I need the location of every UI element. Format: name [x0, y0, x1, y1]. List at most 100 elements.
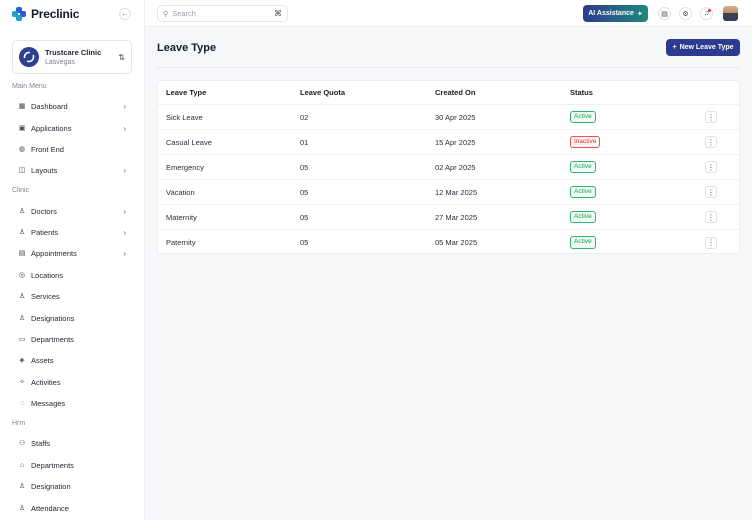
settings-icon: ⚙	[682, 10, 689, 18]
new-leave-type-button[interactable]: + New Leave Type	[666, 39, 740, 56]
page-title: Leave Type	[157, 42, 217, 54]
clinic-switcher[interactable]: Trustcare Clinic Lasvegas ⇅	[12, 40, 132, 74]
sidebar-item-dashboard[interactable]: ▦ Dashboard ›	[12, 98, 132, 114]
search-icon: ⚲	[163, 10, 169, 18]
status-badge: Active	[570, 160, 596, 174]
status-badge: Inactive	[570, 135, 601, 149]
created-on-cell: 12 Mar 2025	[435, 187, 478, 197]
clinic-city: Lasvegas	[45, 59, 75, 66]
sparkle-icon: ✦	[636, 10, 643, 18]
chevron-right-icon: ›	[123, 227, 126, 237]
search-input[interactable]	[172, 9, 263, 18]
clinic-name: Trustcare Clinic	[45, 48, 102, 57]
brand-name: Preclinic	[31, 7, 80, 21]
new-leave-type-label: New Leave Type	[679, 44, 734, 51]
sidebar-item-layouts[interactable]: ◫ Layouts ›	[12, 162, 132, 178]
notifications-button[interactable]: ♫	[700, 7, 713, 20]
preclinic-logo-icon	[12, 7, 26, 21]
sidebar: Preclinic ← Trustcare Clinic Lasvegas ⇅ …	[0, 0, 145, 520]
leave-quota-cell: 05	[300, 162, 309, 172]
sidebar-item-label: Doctors	[31, 206, 57, 216]
row-actions-button[interactable]: ⋮	[705, 161, 717, 173]
sidebar-item-front-end[interactable]: ◍ Front End	[12, 141, 132, 157]
map-pin-icon: ◎	[18, 272, 26, 279]
sidebar-item-hrm-departments[interactable]: ⌂ Departments	[12, 457, 132, 473]
search-box[interactable]: ⚲ ⌘	[157, 5, 288, 22]
sidebar-item-services[interactable]: ♙ Services	[12, 288, 132, 304]
collapse-sidebar-button[interactable]: ←	[119, 8, 131, 20]
row-actions-button[interactable]: ⋮	[705, 186, 717, 198]
sidebar-item-designation[interactable]: ♙ Designation	[12, 478, 132, 494]
sidebar-item-patients[interactable]: ♙ Patients ›	[12, 224, 132, 240]
sidebar-item-label: Designation	[31, 481, 71, 491]
sidebar-item-doctors[interactable]: ♙ Doctors ›	[12, 203, 132, 219]
sidebar-item-appointments[interactable]: ▤ Appointments ›	[12, 245, 132, 261]
bank-icon: ⌂	[19, 461, 25, 469]
table-row: Maternity 05 27 Mar 2025 Active ⋮	[158, 205, 739, 230]
sidebar-item-label: Dashboard	[31, 101, 68, 111]
sidebar-item-departments[interactable]: ▭ Departments	[12, 331, 132, 347]
leave-type-cell: Emergency	[166, 162, 204, 172]
row-actions-button[interactable]: ⋮	[705, 111, 717, 123]
user-star-icon: ♙	[18, 483, 26, 490]
created-on-cell: 27 Mar 2025	[435, 212, 478, 222]
section-label-hrm: Hrm	[12, 420, 26, 427]
ai-assistance-button[interactable]: AI Assistance ✦	[583, 5, 648, 22]
more-vertical-icon: ⋮	[707, 162, 715, 172]
assets-icon: ◈	[19, 357, 25, 364]
chevron-right-icon: ›	[123, 123, 126, 133]
created-on-cell: 05 Mar 2025	[435, 238, 478, 247]
sidebar-item-staffs[interactable]: ⚇ Staffs	[12, 435, 132, 451]
sidebar-item-attendance[interactable]: ♙ Attendance	[12, 500, 132, 516]
sidebar-item-label: Front End	[31, 144, 64, 154]
calendar-icon: ▤	[661, 10, 668, 18]
chevron-right-icon: ›	[123, 248, 126, 258]
plus-icon: +	[672, 44, 677, 51]
sidebar-item-activities[interactable]: ✧ Activities	[12, 374, 132, 390]
notification-dot	[708, 9, 711, 12]
created-on-cell: 30 Apr 2025	[435, 112, 476, 122]
leave-quota-cell: 02	[300, 112, 309, 122]
settings-button[interactable]: ⚙	[679, 7, 692, 20]
globe-icon: ◍	[18, 146, 26, 153]
table-row: Vacation 05 12 Mar 2025 Active ⋮	[158, 180, 739, 205]
row-actions-button[interactable]: ⋮	[705, 236, 717, 249]
column-header[interactable]: Leave Quota	[300, 81, 345, 104]
sidebar-item-assets[interactable]: ◈ Assets	[12, 352, 132, 368]
status-badge: Active	[570, 236, 596, 249]
sidebar-item-locations[interactable]: ◎ Locations	[12, 267, 132, 283]
section-label-main-menu: Main Menu	[12, 83, 47, 90]
column-header[interactable]: Status	[570, 81, 593, 104]
topbar: ⚲ ⌘ AI Assistance ✦ ▤ ⚙ ♫	[145, 0, 752, 27]
column-header[interactable]: Leave Type	[166, 81, 206, 104]
sidebar-item-messages[interactable]: ◌ Messages	[12, 395, 132, 411]
leave-type-cell: Vacation	[166, 187, 195, 197]
leave-type-table: Leave Type Leave Quota Created On Status…	[157, 80, 740, 254]
more-vertical-icon: ⋮	[707, 137, 715, 147]
table-row: Casual Leave 01 15 Apr 2025 Inactive ⋮	[158, 130, 739, 155]
calendar-button[interactable]: ▤	[658, 7, 671, 20]
row-actions-button[interactable]: ⋮	[705, 211, 717, 223]
user-icon: ♙	[18, 208, 26, 215]
chevron-right-icon: ›	[123, 206, 126, 216]
sidebar-item-applications[interactable]: ▣ Applications ›	[12, 120, 132, 136]
status-badge: Active	[570, 185, 596, 199]
command-key-icon: ⌘	[274, 9, 282, 18]
ai-assistance-label: AI Assistance	[588, 10, 634, 17]
column-header[interactable]: Created On	[435, 81, 475, 104]
row-actions-button[interactable]: ⋮	[705, 136, 717, 148]
divider	[157, 67, 740, 68]
created-on-cell: 02 Apr 2025	[435, 162, 476, 172]
grid-icon: ▦	[18, 103, 26, 110]
sidebar-item-label: Services	[31, 291, 60, 301]
brand[interactable]: Preclinic	[12, 6, 79, 22]
chevron-right-icon: ›	[123, 165, 126, 175]
user-star-icon: ♙	[18, 315, 26, 322]
sidebar-item-label: Staffs	[31, 438, 51, 448]
user-icon: ♙	[18, 229, 26, 236]
status-badge: Active	[570, 110, 596, 124]
sidebar-item-label: Assets	[31, 355, 54, 365]
swap-vertical-icon: ⇅	[118, 52, 125, 62]
avatar[interactable]	[723, 6, 738, 21]
sidebar-item-designations[interactable]: ♙ Designations	[12, 310, 132, 326]
